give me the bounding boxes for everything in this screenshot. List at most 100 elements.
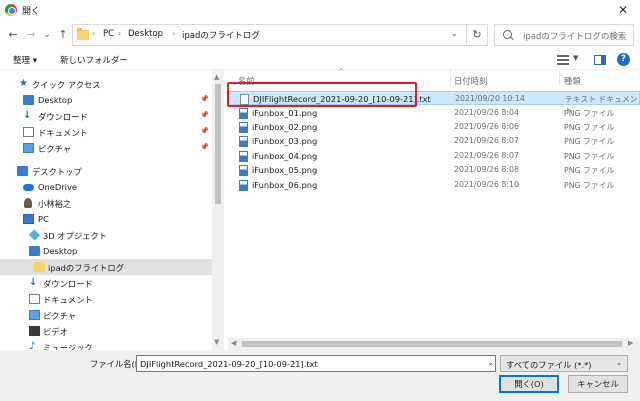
tree-item-label: 3D オブジェクト (43, 231, 108, 241)
search-placeholder: ipadのフライトログの検索 (523, 32, 627, 42)
document-icon (29, 294, 40, 304)
tree-item-downloads[interactable]: ↓ ダウンロード (0, 275, 212, 291)
folder-icon (77, 28, 89, 40)
breadcrumb-ipad-flight-log[interactable]: ipadのフライトログ (182, 29, 260, 41)
tree-item-desktop[interactable]: Desktop (0, 243, 212, 259)
tree-item-documents-pinned[interactable]: ドキュメント 📌 (0, 124, 212, 140)
cancel-button[interactable]: キャンセル (568, 375, 628, 393)
tree-item-pictures-pinned[interactable]: ピクチャ 📌 (0, 140, 212, 156)
tree-item-quick-access[interactable]: ★ クイック アクセス (0, 76, 212, 92)
horizontal-scrollbar[interactable]: ◀ ▶ (228, 338, 640, 350)
scroll-up-icon[interactable]: ▲ (214, 73, 219, 81)
file-row[interactable]: iFunbox_05.png 2021/09/26 8:08 PNG ファイル (228, 163, 640, 177)
tree-item-desktop-pinned[interactable]: Desktop 📌 (0, 92, 212, 108)
image-file-icon (239, 165, 248, 176)
search-icon (503, 30, 512, 39)
file-row[interactable]: iFunbox_03.png 2021/09/26 8:07 PNG ファイル (228, 134, 640, 148)
tree-item-music[interactable]: ♪ ミュージック (0, 339, 212, 351)
picture-icon (23, 143, 34, 153)
breadcrumb-desktop[interactable]: Desktop (128, 29, 163, 39)
file-row[interactable]: iFunbox_01.png 2021/09/26 8:04 PNG ファイル (228, 106, 640, 120)
tree-item-ipad-flight-log[interactable]: ipadのフライトログ (0, 259, 212, 275)
breadcrumb-pc[interactable]: PC (103, 29, 114, 39)
forward-button[interactable]: → (24, 27, 38, 43)
file-type-select[interactable]: すべてのファイル (*.*) ⌄ (500, 355, 628, 372)
refresh-button[interactable]: ↻ (466, 24, 488, 46)
tree-item-pc[interactable]: PC (0, 211, 212, 227)
pin-icon: 📌 (200, 95, 209, 103)
image-file-icon (239, 108, 248, 119)
scroll-right-icon[interactable]: ▶ (628, 339, 633, 347)
file-row[interactable]: iFunbox_06.png 2021/09/26 8:10 PNG ファイル (228, 178, 640, 192)
tree-item-label: ipadのフライトログ (48, 263, 125, 273)
preview-pane-icon[interactable] (594, 55, 606, 65)
tree-item-user[interactable]: 小林裕之 (0, 195, 212, 211)
tree-item-label: Desktop (38, 95, 73, 105)
tree-item-pictures[interactable]: ピクチャ (0, 307, 212, 323)
file-name: iFunbox_04.png (252, 151, 318, 161)
tree-item-label: ピクチャ (38, 144, 72, 154)
navigation-pane: ★ クイック アクセス Desktop 📌 ↓ ダウンロード 📌 ドキュメント … (0, 70, 212, 350)
tree-item-label: ドキュメント (38, 128, 88, 138)
tree-item-label: 小林裕之 (38, 199, 72, 209)
file-type: PNG ファイル (564, 181, 615, 190)
chevron-down-icon: ⌄ (616, 358, 623, 367)
file-type: PNG ファイル (564, 152, 615, 161)
close-button[interactable]: ✕ (612, 2, 634, 18)
tree-item-label: OneDrive (38, 182, 78, 192)
file-date: 2021/09/26 8:06 (454, 122, 519, 131)
view-options-icon[interactable] (557, 55, 569, 65)
back-button[interactable]: ← (6, 27, 20, 43)
search-input[interactable]: ipadのフライトログの検索 (494, 24, 634, 46)
breadcrumb-separator: › (92, 29, 96, 38)
desktop-icon (29, 246, 40, 256)
video-icon (29, 326, 40, 336)
chrome-app-icon (5, 4, 17, 16)
tree-item-desktop-root[interactable]: デスクトップ (0, 163, 212, 179)
chevron-down-icon[interactable]: ⌄ (487, 358, 494, 367)
desktop-icon (17, 166, 28, 176)
tree-item-documents[interactable]: ドキュメント (0, 291, 212, 307)
organize-button[interactable]: 整理 ▾ (13, 54, 37, 66)
tree-item-label: ピクチャ (43, 311, 77, 321)
tree-item-label: ビデオ (43, 327, 68, 337)
help-icon[interactable]: ? (617, 53, 630, 66)
scroll-down-icon[interactable]: ▼ (214, 338, 219, 346)
cloud-icon (23, 184, 34, 191)
column-divider[interactable] (450, 70, 451, 86)
filename-input[interactable]: DJIFlightRecord_2021-09-20_[10-09-21].tx… (136, 355, 496, 372)
folder-icon (34, 262, 45, 272)
column-header-modified[interactable]: 日付時刻 (454, 75, 487, 87)
scroll-left-icon[interactable]: ◀ (231, 339, 236, 347)
chevron-down-icon[interactable]: ⌄ (451, 29, 458, 38)
tree-item-3d-objects[interactable]: 3D オブジェクト (0, 227, 212, 243)
pin-icon: 📌 (200, 143, 209, 151)
recent-locations-button[interactable]: ⌄ (40, 27, 54, 43)
chevron-down-icon[interactable]: ▼ (573, 54, 578, 62)
annotation-highlight-box (227, 82, 417, 107)
file-row[interactable]: iFunbox_02.png 2021/09/26 8:06 PNG ファイル (228, 120, 640, 134)
file-name: iFunbox_06.png (252, 180, 318, 190)
file-row[interactable]: iFunbox_04.png 2021/09/26 8:07 PNG ファイル (228, 149, 640, 163)
image-file-icon (239, 180, 248, 191)
open-button[interactable]: 開く(O) (499, 375, 559, 393)
scrollbar-thumb[interactable] (215, 84, 221, 204)
image-file-icon (239, 122, 248, 133)
sort-ascending-icon: ^ (338, 67, 345, 76)
tree-scrollbar[interactable]: ▲ ▼ (212, 70, 224, 350)
document-icon (23, 127, 34, 137)
tree-item-downloads-pinned[interactable]: ↓ ダウンロード 📌 (0, 108, 212, 124)
file-name: iFunbox_01.png (252, 108, 318, 118)
column-divider[interactable] (559, 70, 560, 86)
file-date: 2021/09/26 8:10 (454, 180, 519, 189)
new-folder-button[interactable]: 新しいフォルダー (60, 54, 128, 66)
download-icon: ↓ (29, 277, 38, 288)
address-bar[interactable]: › PC › Desktop › ipadのフライトログ ⌄ (72, 24, 485, 46)
up-button[interactable]: ↑ (56, 27, 70, 43)
file-date: 2021/09/26 8:04 (454, 108, 519, 117)
column-header-type[interactable]: 種類 (564, 75, 581, 87)
title-bar: 開く ✕ (0, 0, 640, 20)
tree-item-videos[interactable]: ビデオ (0, 323, 212, 339)
scrollbar-thumb[interactable] (242, 341, 622, 347)
tree-item-onedrive[interactable]: OneDrive (0, 179, 212, 195)
